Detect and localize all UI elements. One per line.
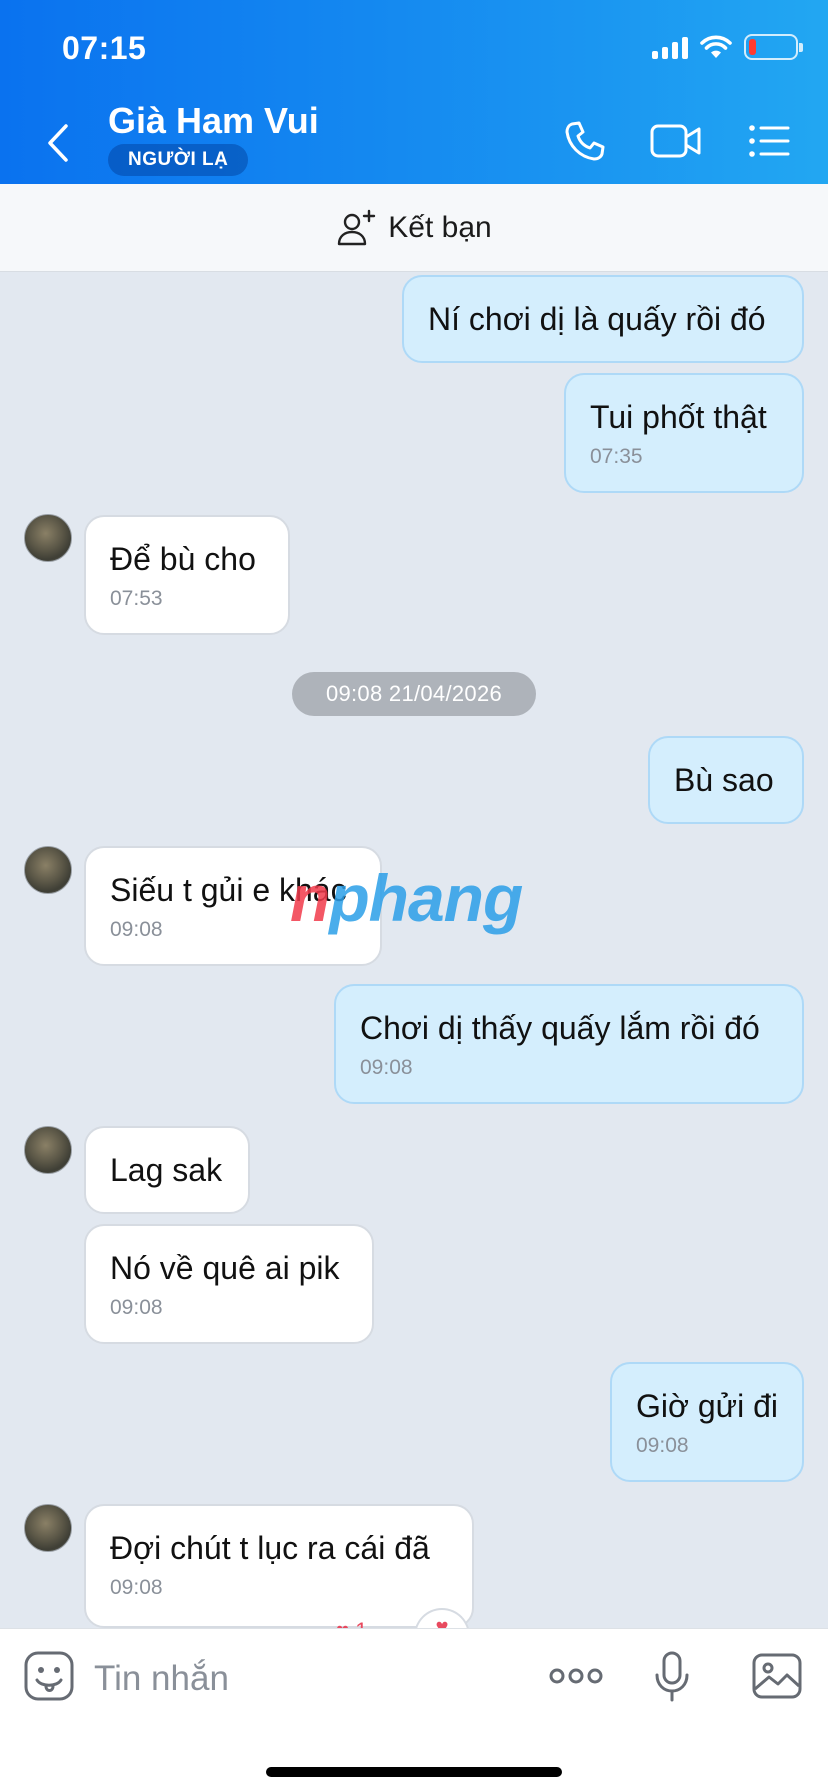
sticker-icon [24, 1651, 74, 1701]
message-list[interactable]: Ní chơi dị là quấy rồi đó Tui phốt thật … [0, 272, 828, 1628]
message-time: 07:53 [110, 587, 163, 610]
sticker-button[interactable] [22, 1649, 76, 1708]
video-call-button[interactable] [648, 116, 704, 166]
back-icon [48, 124, 68, 162]
message-bubble-sent[interactable]: Giờ gửi đi 09:08 [610, 1362, 804, 1482]
watermark-logo: nphang [290, 861, 523, 935]
options-button[interactable] [744, 116, 794, 166]
voice-call-button[interactable] [560, 116, 610, 166]
message-text: Giờ gửi đi [636, 1388, 778, 1424]
message-text: Ní chơi dị là quấy rồi đó [428, 301, 766, 337]
message-text: Để bù cho [110, 541, 256, 577]
menu-list-icon [749, 125, 790, 157]
message-input[interactable]: Tin nhắn [94, 1659, 229, 1699]
more-button[interactable] [548, 1649, 604, 1708]
message-text: Chơi dị thấy quấy lắm rồi đó [360, 1010, 760, 1046]
message-time: 09:08 [636, 1434, 689, 1457]
home-indicator [266, 1767, 562, 1777]
more-dots-icon [549, 1668, 603, 1684]
message-bubble-sent[interactable]: Bù sao [648, 736, 804, 824]
avatar[interactable] [24, 846, 72, 894]
avatar[interactable] [24, 1126, 72, 1174]
heart-icon: ♥ [435, 1614, 449, 1628]
message-time: 09:08 [110, 1296, 163, 1319]
reaction-count[interactable]: ♥ 1 [336, 1618, 367, 1628]
message-text: Tui phốt thật [590, 399, 767, 435]
message-bubble-received[interactable]: Để bù cho 07:53 [84, 515, 290, 635]
message-bubble-sent[interactable]: Chơi dị thấy quấy lắm rồi đó 09:08 [334, 984, 804, 1104]
message-bubble-received[interactable]: Lag sak [84, 1126, 250, 1214]
message-time: 07:35 [590, 445, 643, 468]
date-separator: 09:08 21/04/2026 [292, 672, 536, 716]
voice-message-button[interactable] [652, 1649, 692, 1708]
status-icons [652, 34, 803, 60]
message-text: Đợi chút t lục ra cái đã [110, 1530, 430, 1566]
avatar[interactable] [24, 514, 72, 562]
message-bubble-received[interactable]: Nó về quê ai pik 09:08 [84, 1224, 374, 1344]
photo-button[interactable] [750, 1649, 804, 1708]
composer-bar: Tin nhắn [0, 1628, 828, 1792]
phone-icon [565, 121, 605, 161]
message-time: 09:08 [110, 1576, 163, 1599]
wifi-icon [700, 35, 732, 58]
message-text: Nó về quê ai pik [110, 1250, 340, 1286]
add-friend-label: Kết bạn [388, 210, 492, 244]
message-text: Lag sak [110, 1152, 223, 1188]
message-bubble-sent[interactable]: Tui phốt thật 07:35 [564, 373, 804, 493]
battery-icon [744, 34, 803, 60]
message-text: Bù sao [674, 762, 774, 798]
contact-name[interactable]: Già Ham Vui [108, 100, 319, 142]
stranger-badge: NGƯỜI LẠ [108, 144, 249, 176]
message-bubble-sent[interactable]: Ní chơi dị là quấy rồi đó [402, 275, 804, 363]
image-icon [752, 1653, 802, 1699]
message-time: 09:08 [360, 1056, 413, 1079]
chat-header: 07:15 Già Ham Vui NGƯỜI LẠ [0, 0, 828, 184]
back-button[interactable] [40, 118, 76, 168]
status-time: 07:15 [62, 30, 147, 66]
signal-icon [652, 35, 688, 59]
video-call-icon [650, 124, 701, 158]
add-friend-button[interactable]: Kết bạn [0, 184, 828, 272]
add-person-icon [338, 209, 376, 245]
message-bubble-received[interactable]: Đợi chút t lục ra cái đã 09:08 [84, 1504, 474, 1628]
avatar[interactable] [24, 1504, 72, 1552]
microphone-icon [655, 1651, 689, 1702]
